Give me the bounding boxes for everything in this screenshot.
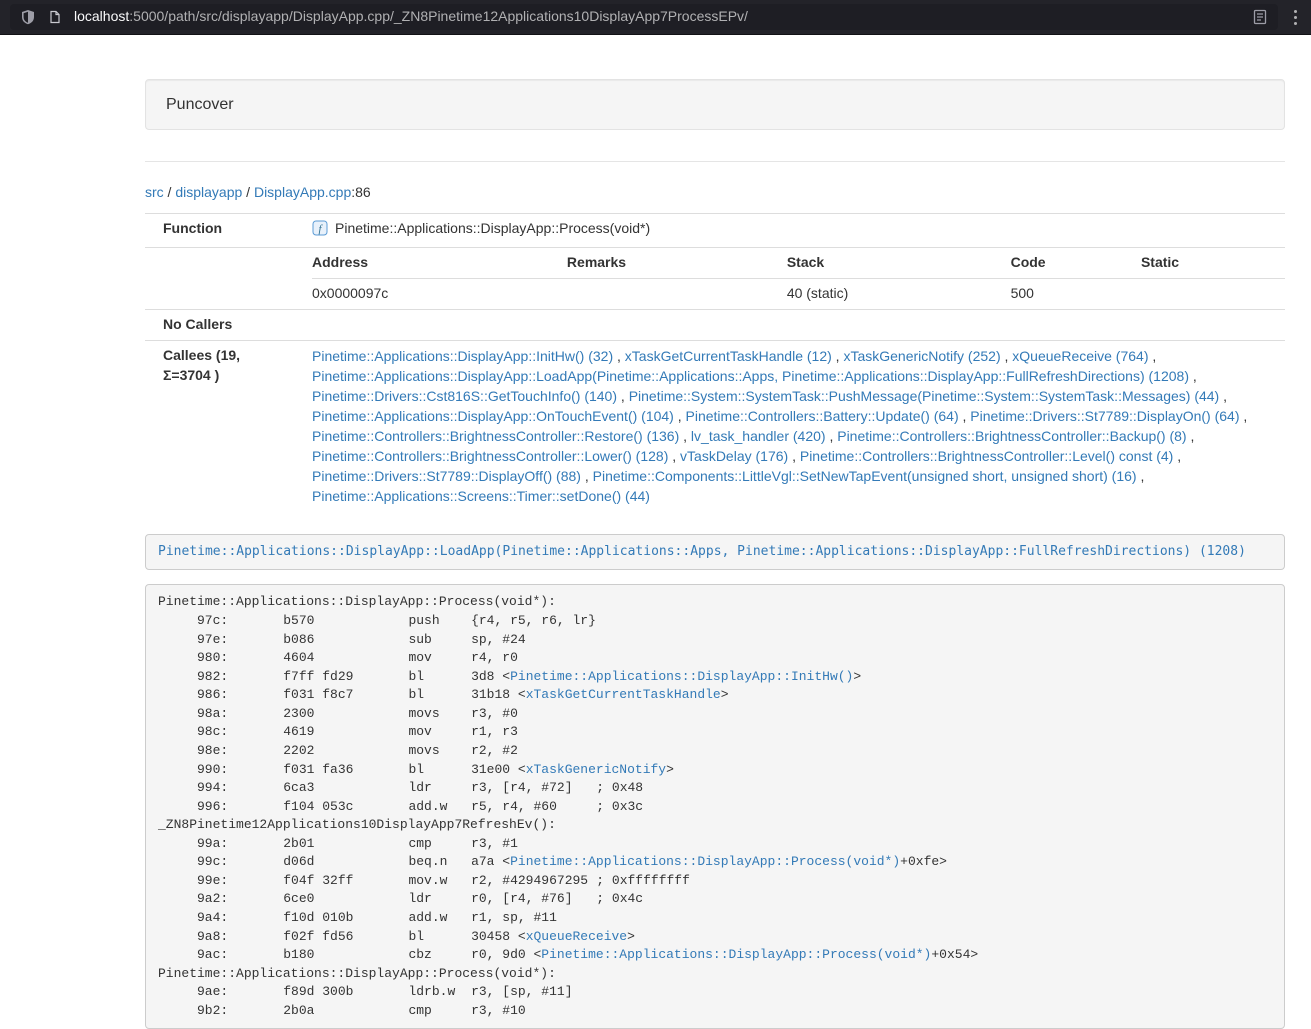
menu-kebab-icon[interactable]: [1290, 6, 1301, 29]
stats-stack-value: 40 (static): [787, 278, 1011, 308]
callee-link[interactable]: Pinetime::Drivers::St7789::DisplayOn() (…: [970, 408, 1239, 424]
app-title: Puncover: [166, 94, 1264, 115]
callee-link[interactable]: Pinetime::Controllers::BrightnessControl…: [312, 428, 679, 444]
breadcrumb-link[interactable]: src: [145, 184, 164, 200]
callee-link[interactable]: lv_task_handler (420): [691, 428, 826, 444]
callee-link[interactable]: Pinetime::Controllers::BrightnessControl…: [800, 448, 1173, 464]
breadcrumb-link[interactable]: displayapp: [175, 184, 242, 200]
no-callers-label: No Callers: [145, 309, 293, 340]
page-icon: [48, 10, 62, 24]
callee-link[interactable]: Pinetime::Drivers::St7789::DisplayOff() …: [312, 468, 581, 484]
stats-static-value: [1141, 278, 1285, 308]
reader-view-icon[interactable]: [1252, 9, 1268, 25]
disassembly: Pinetime::Applications::DisplayApp::Proc…: [145, 584, 1285, 1029]
disassembly-symbol-link[interactable]: Pinetime::Applications::DisplayApp::Init…: [510, 669, 853, 684]
breadcrumb-link[interactable]: DisplayApp.cpp: [254, 184, 351, 200]
callee-link[interactable]: xTaskGetCurrentTaskHandle (12): [625, 348, 832, 364]
tracking-shield-icon[interactable]: [20, 9, 36, 25]
callee-link[interactable]: Pinetime::Applications::Screens::Timer::…: [312, 488, 650, 504]
callees-label: Callees (19, Σ=3704 ): [145, 340, 293, 511]
function-row-label: Function: [145, 213, 293, 247]
callee-link[interactable]: Pinetime::Controllers::BrightnessControl…: [312, 448, 668, 464]
table-row-stats: Address Remarks Stack Code Static 0x0000…: [145, 247, 1285, 309]
page-container: Puncover src / displayapp / DisplayApp.c…: [145, 79, 1285, 1029]
callee-link[interactable]: Pinetime::Applications::DisplayApp::Init…: [312, 348, 613, 364]
divider: [145, 161, 1285, 162]
stats-header-code: Code: [1011, 248, 1141, 278]
highlighted-callee-panel: Pinetime::Applications::DisplayApp::Load…: [145, 534, 1285, 571]
function-row-value: f Pinetime::Applications::DisplayApp::Pr…: [293, 213, 1285, 247]
disassembly-symbol-link[interactable]: xTaskGetCurrentTaskHandle: [526, 687, 721, 702]
callee-link[interactable]: Pinetime::Controllers::BrightnessControl…: [837, 428, 1186, 444]
callee-link[interactable]: Pinetime::Controllers::Battery::Update()…: [686, 408, 959, 424]
url-text[interactable]: localhost:5000/path/src/displayapp/Displ…: [74, 7, 1240, 27]
disassembly-symbol-link[interactable]: Pinetime::Applications::DisplayApp::Proc…: [510, 854, 900, 869]
stats-header-remarks: Remarks: [567, 248, 787, 278]
callee-link[interactable]: Pinetime::Applications::DisplayApp::OnTo…: [312, 408, 674, 424]
stats-remarks-value: [567, 278, 787, 308]
disassembly-code: Pinetime::Applications::DisplayApp::Proc…: [158, 594, 978, 1017]
disassembly-symbol-link[interactable]: xQueueReceive: [526, 929, 627, 944]
stats-header-address: Address: [312, 248, 567, 278]
callee-link[interactable]: vTaskDelay (176): [680, 448, 788, 464]
url-bar[interactable]: localhost:5000/path/src/displayapp/Displ…: [10, 4, 1278, 30]
stats-code-value: 500: [1011, 278, 1141, 308]
stats-header-static: Static: [1141, 248, 1285, 278]
breadcrumb-text: :86: [351, 184, 370, 200]
callee-link[interactable]: Pinetime::Drivers::Cst816S::GetTouchInfo…: [312, 388, 617, 404]
empty-row-label: [145, 247, 293, 309]
stats-address-value: 0x0000097c: [312, 278, 567, 308]
url-path: :5000/path/src/displayapp/DisplayApp.cpp…: [129, 8, 748, 24]
table-row-no-callers: No Callers: [145, 309, 1285, 340]
app-header-panel: Puncover: [145, 79, 1285, 130]
table-row-function: Function f Pinetime::Applications::Displ…: [145, 213, 1285, 247]
table-row-callees: Callees (19, Σ=3704 ) Pinetime::Applicat…: [145, 340, 1285, 511]
no-callers-value: [293, 309, 1285, 340]
disassembly-symbol-link[interactable]: xTaskGenericNotify: [526, 762, 666, 777]
symbol-info-table: Function f Pinetime::Applications::Displ…: [145, 213, 1285, 511]
breadcrumb: src / displayapp / DisplayApp.cpp:86: [145, 183, 1285, 203]
callee-link[interactable]: xTaskGenericNotify (252): [843, 348, 1000, 364]
callee-link[interactable]: xQueueReceive (764): [1012, 348, 1148, 364]
callee-link[interactable]: Pinetime::Applications::DisplayApp::Load…: [312, 368, 1189, 384]
browser-toolbar: localhost:5000/path/src/displayapp/Displ…: [0, 0, 1311, 35]
stats-value-row: 0x0000097c 40 (static) 500: [312, 278, 1285, 308]
function-symbol-name: Pinetime::Applications::DisplayApp::Proc…: [335, 220, 650, 236]
callee-link[interactable]: Pinetime::System::SystemTask::PushMessag…: [629, 388, 1220, 404]
callee-link[interactable]: Pinetime::Components::LittleVgl::SetNewT…: [593, 468, 1137, 484]
callees-list: Pinetime::Applications::DisplayApp::Init…: [293, 340, 1285, 511]
stats-header-row: Address Remarks Stack Code Static: [312, 248, 1285, 278]
stats-table: Address Remarks Stack Code Static 0x0000…: [312, 248, 1285, 309]
stats-header-stack: Stack: [787, 248, 1011, 278]
disassembly-symbol-link[interactable]: Pinetime::Applications::DisplayApp::Proc…: [541, 947, 931, 962]
breadcrumb-text: /: [242, 184, 254, 200]
function-type-icon: f: [312, 220, 328, 242]
stats-row-value: Address Remarks Stack Code Static 0x0000…: [293, 247, 1285, 309]
breadcrumb-text: /: [164, 184, 176, 200]
highlighted-callee-link[interactable]: Pinetime::Applications::DisplayApp::Load…: [158, 544, 1246, 559]
url-host: localhost: [74, 8, 129, 24]
